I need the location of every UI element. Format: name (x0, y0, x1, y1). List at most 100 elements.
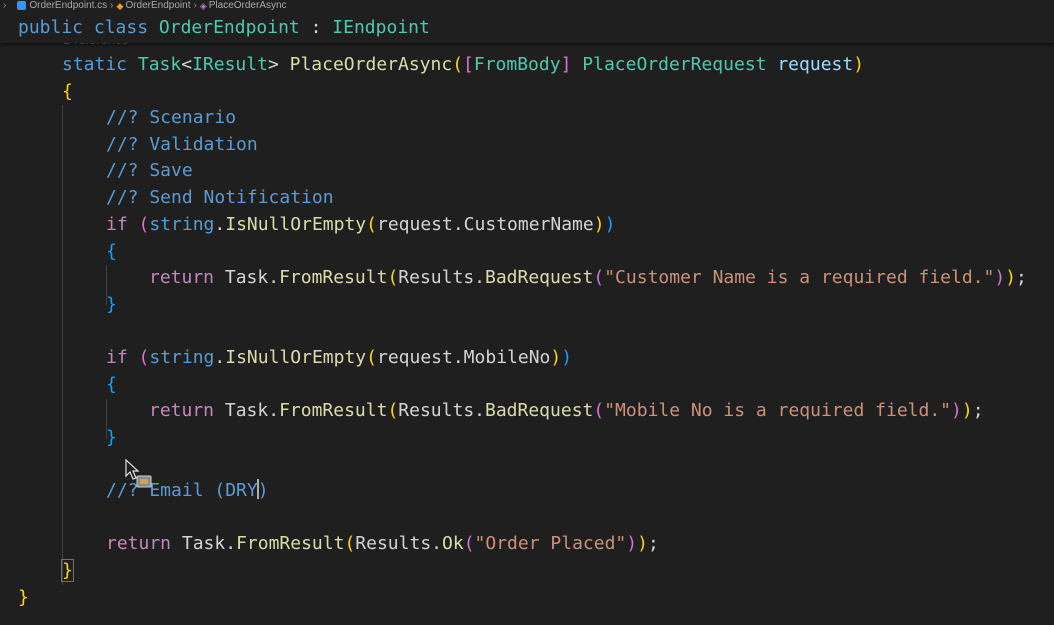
comment: //? Save (106, 160, 193, 181)
function-call: IsNullOrEmpty (225, 214, 367, 235)
dot: . (268, 267, 280, 288)
class-icon: ◆ (116, 1, 124, 11)
paren: ( (366, 347, 377, 368)
keyword-string: string (149, 214, 215, 235)
chevron-right-icon: › (3, 0, 7, 11)
method-icon: ◈ (199, 1, 207, 11)
paren: ( (593, 267, 605, 288)
chevron-right-icon: › (193, 0, 197, 11)
comment: //? Validation (106, 134, 258, 155)
type-task: Task (224, 267, 269, 288)
breadcrumb-file[interactable]: OrderEndpoint.cs (29, 0, 107, 11)
paren: ) (951, 400, 962, 421)
code-line[interactable]: } (106, 425, 117, 451)
function-call: BadRequest (485, 267, 594, 288)
breadcrumb: › OrderEndpoint.cs › ◆ OrderEndpoint › ◈ PlaceO… (0, 0, 1054, 12)
code-line[interactable]: { (106, 239, 117, 265)
code-line[interactable]: //? Scenario (106, 105, 236, 131)
brace: } (61, 559, 74, 582)
keyword-if: if (106, 347, 128, 368)
dot: . (474, 400, 485, 421)
paren: ( (387, 267, 399, 288)
param-name: request (777, 54, 854, 75)
breadcrumb-method[interactable]: PlaceOrderAsync (209, 0, 287, 11)
paren: ) (561, 347, 573, 368)
indent-guide (62, 105, 63, 585)
code-line[interactable]: if (string.IsNullOrEmpty(request.Custome… (106, 212, 615, 238)
code-line[interactable]: } (18, 585, 29, 611)
dot: . (225, 533, 237, 554)
argument: request.CustomerName (376, 214, 594, 235)
string-literal: "Mobile No is a required field." (604, 400, 951, 421)
code-line[interactable]: } (106, 292, 117, 318)
paren: ( (452, 54, 464, 75)
interface-name: IEndpoint (332, 17, 430, 38)
paren: ) (637, 533, 648, 554)
class-name: OrderEndpoint (158, 17, 300, 38)
code-line[interactable]: return Task.FromResult(Results.Ok("Order… (106, 531, 659, 557)
code-line[interactable]: { (106, 372, 117, 398)
paren: ( (463, 533, 475, 554)
keyword-static: static (62, 54, 128, 75)
dot: . (474, 267, 485, 288)
paren: ) (550, 347, 562, 368)
code-line[interactable]: if (string.IsNullOrEmpty(request.MobileN… (106, 345, 572, 371)
paren: ) (853, 54, 865, 75)
comment: //? Send Notification (106, 187, 334, 208)
comment: ) (257, 480, 269, 501)
code-line[interactable]: static Task<IResult> PlaceOrderAsync([Fr… (62, 52, 864, 78)
keyword-string: string (149, 347, 215, 368)
keyword-if: if (106, 214, 128, 235)
type-task: Task (224, 400, 269, 421)
function-call: BadRequest (485, 400, 594, 421)
keyword-return: return (106, 533, 172, 554)
code-line[interactable]: //? Send Notification (106, 185, 334, 211)
code-line[interactable]: return Task.FromResult(Results.BadReques… (149, 398, 984, 424)
paren: ( (344, 533, 356, 554)
code-line[interactable]: //? Validation (106, 132, 258, 158)
param-type: PlaceOrderRequest (582, 54, 767, 75)
generic-open: < (181, 54, 193, 75)
keyword-return: return (149, 267, 215, 288)
paren: ( (593, 400, 605, 421)
semicolon: ; (647, 533, 659, 554)
code-line[interactable]: { (62, 79, 73, 105)
paren: ( (387, 400, 399, 421)
dot: . (431, 533, 442, 554)
chevron-right-icon: › (110, 0, 114, 11)
brace: { (106, 374, 117, 395)
bracket: [ (463, 54, 474, 75)
paren: ) (994, 267, 1006, 288)
type-task: Task (181, 533, 226, 554)
type-task: Task (137, 54, 182, 75)
keyword-return: return (149, 400, 215, 421)
mouse-pointer-icon (125, 458, 152, 488)
code-line[interactable]: return Task.FromResult(Results.BadReques… (149, 265, 1027, 291)
paren: ) (1005, 267, 1017, 288)
semicolon: ; (1016, 267, 1027, 288)
csharp-file-icon (17, 1, 27, 10)
inheritance-separator: : (299, 17, 333, 38)
bracket: ] (560, 54, 572, 75)
dot: . (214, 347, 226, 368)
function-call: FromResult (279, 400, 388, 421)
type-results: Results (398, 267, 475, 288)
code-line[interactable]: } (61, 558, 74, 584)
keyword-public-class: public class (18, 17, 149, 38)
method-name: PlaceOrderAsync (289, 54, 453, 75)
string-literal: "Order Placed" (474, 533, 627, 554)
paren: ) (593, 214, 605, 235)
breadcrumb-class[interactable]: OrderEndpoint (125, 0, 190, 11)
string-literal: "Customer Name is a required field." (604, 267, 995, 288)
code-line[interactable]: //? Save (106, 158, 193, 184)
sticky-scroll-header[interactable]: public class OrderEndpoint : IEndpoint (0, 12, 1054, 43)
function-call: FromResult (236, 533, 345, 554)
dot: . (214, 214, 226, 235)
comment: //? Scenario (106, 107, 237, 128)
paren: ) (604, 214, 616, 235)
generic-close: > (267, 54, 279, 75)
brace: } (18, 587, 29, 608)
semicolon: ; (972, 400, 984, 421)
argument: request.MobileNo (376, 347, 551, 368)
paren: ) (626, 533, 638, 554)
